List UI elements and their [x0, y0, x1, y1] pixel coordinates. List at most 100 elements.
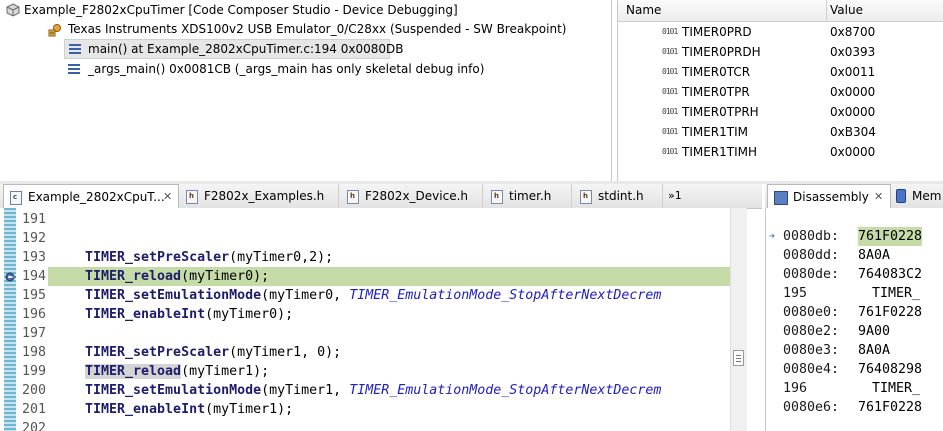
- code-line[interactable]: 198 TIMER_setPreScaler(myTimer1, 0);: [0, 343, 746, 362]
- code-line[interactable]: 191: [0, 210, 746, 229]
- function-name: TIMER_reload: [85, 269, 182, 284]
- register-row[interactable]: 0101 TIMER1TIMH 0x0000: [618, 142, 943, 162]
- h-file-icon: h: [347, 190, 359, 204]
- tab-overflow-button[interactable]: »1: [668, 184, 704, 208]
- register-value[interactable]: 0x0011: [830, 62, 875, 82]
- code-line[interactable]: 199 TIMER_reload(myTimer1);: [0, 362, 746, 381]
- close-icon[interactable]: ✕: [163, 185, 172, 209]
- register-bits-icon: 0101: [662, 107, 678, 116]
- line-number: 196: [22, 307, 47, 322]
- code-args: (myTimer1);: [181, 364, 270, 379]
- code-args: (myTimer0);: [181, 269, 270, 284]
- tab-f2802x-examples-h[interactable]: h F2802x_Examples.h: [180, 184, 339, 208]
- h-file-icon: h: [186, 190, 198, 204]
- line-number: 200: [22, 383, 47, 398]
- disassembly-opcode: TIMER_: [872, 286, 921, 301]
- tab-label: stdint.h: [598, 189, 644, 203]
- column-header-name[interactable]: Name: [618, 0, 827, 21]
- line-number: 199: [22, 364, 47, 379]
- tab-stdint-h[interactable]: h stdint.h: [574, 184, 663, 208]
- stack-frame-label: main() at Example_2802xCpuTimer.c:194 0x…: [88, 42, 404, 56]
- disassembly-row[interactable]: 0080e4: 76408298: [766, 360, 943, 379]
- disassembly-row[interactable]: 0080e0: 761F0228: [766, 303, 943, 322]
- stack-frame-main[interactable]: main() at Example_2802xCpuTimer.c:194 0x…: [64, 39, 403, 59]
- disassembly-opcode: 761F0228: [858, 400, 923, 415]
- debug-session-label: Example_F2802xCpuTimer [Code Composer St…: [24, 3, 458, 17]
- disassembly-address: 0080e3:: [783, 343, 840, 358]
- enum-constant: TIMER_EmulationMode_StopAfterNextDecrem: [349, 383, 662, 398]
- tab-label: F2802x_Examples.h: [204, 189, 325, 203]
- stack-frame-label: _args_main() 0x0081CB (_args_main has on…: [88, 62, 485, 76]
- disassembly-row[interactable]: [766, 208, 943, 227]
- code-args: (myTimer0,: [261, 288, 350, 303]
- memory-icon: [896, 189, 906, 203]
- editor-vertical-scrollbar[interactable]: [730, 208, 747, 431]
- function-name: TIMER_setEmulationMode: [85, 288, 262, 303]
- scrollbar-thumb[interactable]: [733, 350, 744, 366]
- register-row[interactable]: 0101 TIMER0TPRH 0x0000: [618, 102, 943, 122]
- register-value[interactable]: 0x8700: [830, 22, 875, 42]
- disassembly-opcode: 761F0228: [858, 227, 923, 246]
- tab-label: Mem: [912, 189, 942, 203]
- tab-memory[interactable]: Mem: [892, 184, 943, 208]
- code-line[interactable]: 197: [0, 324, 746, 343]
- code-text: TIMER_setEmulationMode(myTimer0, TIMER_E…: [85, 286, 661, 305]
- disassembly-row[interactable]: ➔ 0080db: 761F0228: [766, 227, 943, 246]
- disassembly-address: 195: [783, 286, 808, 301]
- code-line[interactable]: 195 TIMER_setEmulationMode(myTimer0, TIME…: [0, 286, 746, 305]
- tab-timer-h[interactable]: h timer.h: [485, 184, 572, 208]
- column-header-value[interactable]: Value: [822, 0, 940, 21]
- register-row[interactable]: 0101 TIMER0TCR 0x0011: [618, 62, 943, 82]
- disassembly-icon: [774, 191, 788, 205]
- register-value[interactable]: 0x0000: [830, 82, 875, 102]
- disassembly-row[interactable]: 0080e2: 9A00: [766, 322, 943, 341]
- code-line[interactable]: 201 TIMER_enableInt(myTimer1);: [0, 400, 746, 419]
- tab-f2802x-device-h[interactable]: h F2802x_Device.h: [341, 184, 483, 208]
- disassembly-opcode: 764083C2: [858, 267, 923, 282]
- line-number: 191: [22, 212, 47, 227]
- register-value[interactable]: 0x0000: [830, 102, 875, 122]
- register-bits-icon: 0101: [662, 67, 678, 76]
- line-number: 201: [22, 402, 47, 417]
- code-text: TIMER_enableInt(myTimer1);: [85, 400, 293, 419]
- register-value[interactable]: 0xB304: [830, 122, 876, 142]
- register-row[interactable]: 0101 TIMER0PRD 0x8700: [618, 22, 943, 42]
- tab-example-cputimer-c[interactable]: c Example_2802xCpuT... ✕: [3, 184, 179, 209]
- disassembly-row[interactable]: 0080de: 764083C2: [766, 265, 943, 284]
- register-value[interactable]: 0x0393: [830, 42, 875, 62]
- disassembly-row[interactable]: 195 TIMER_: [766, 284, 943, 303]
- code-args: (myTimer0);: [205, 307, 294, 322]
- disassembly-row[interactable]: 0080e3: 8A0A: [766, 341, 943, 360]
- code-text: TIMER_reload(myTimer1);: [85, 362, 269, 381]
- code-line[interactable]: 192: [0, 229, 746, 248]
- disassembly-row[interactable]: 0080dd: 8A0A: [766, 246, 943, 265]
- line-number: 194: [22, 269, 47, 284]
- function-name: TIMER_setPreScaler: [85, 345, 230, 360]
- register-name: TIMER1TIMH: [682, 145, 758, 159]
- disassembly-view[interactable]: ➔ 0080db: 761F0228 0080dd: 8A0A 0080de: 764083…: [765, 208, 943, 431]
- disassembly-address: 0080e4:: [783, 362, 840, 377]
- register-row[interactable]: 0101 TIMER1TIM 0xB304: [618, 122, 943, 142]
- stack-frame-icon: [68, 64, 80, 74]
- register-row[interactable]: 0101 TIMER0PRDH 0x0393: [618, 42, 943, 62]
- disassembly-address: 0080dd:: [783, 248, 840, 263]
- code-line[interactable]: 202: [0, 419, 746, 431]
- disassembly-address: 0080e0:: [783, 305, 840, 320]
- tab-label: Disassembly: [793, 190, 869, 204]
- disassembly-row[interactable]: 0080e6: 761F0228: [766, 398, 943, 417]
- code-editor[interactable]: 191 192 193 TIMER_setPreScaler(myTimer0,2);…: [0, 208, 746, 431]
- register-bits-icon: 0101: [662, 147, 678, 156]
- disassembly-tab-bar: Disassembly ✕ Mem: [765, 184, 943, 209]
- disassembly-row[interactable]: 196 TIMER_: [766, 379, 943, 398]
- code-line[interactable]: 194 TIMER_reload(myTimer0);: [0, 267, 746, 286]
- function-name: TIMER_enableInt: [85, 402, 206, 417]
- code-line[interactable]: 200 TIMER_setEmulationMode(myTimer1, TIME…: [0, 381, 746, 400]
- register-value[interactable]: 0x0000: [830, 142, 875, 162]
- tab-disassembly[interactable]: Disassembly ✕: [767, 184, 891, 209]
- code-line[interactable]: 193 TIMER_setPreScaler(myTimer0,2);: [0, 248, 746, 267]
- code-line[interactable]: 196 TIMER_enableInt(myTimer0);: [0, 305, 746, 324]
- close-icon[interactable]: ✕: [874, 185, 883, 209]
- register-row[interactable]: 0101 TIMER0TPR 0x0000: [618, 82, 943, 102]
- disassembly-address: 196: [783, 381, 808, 396]
- function-name: TIMER_setPreScaler: [85, 250, 230, 265]
